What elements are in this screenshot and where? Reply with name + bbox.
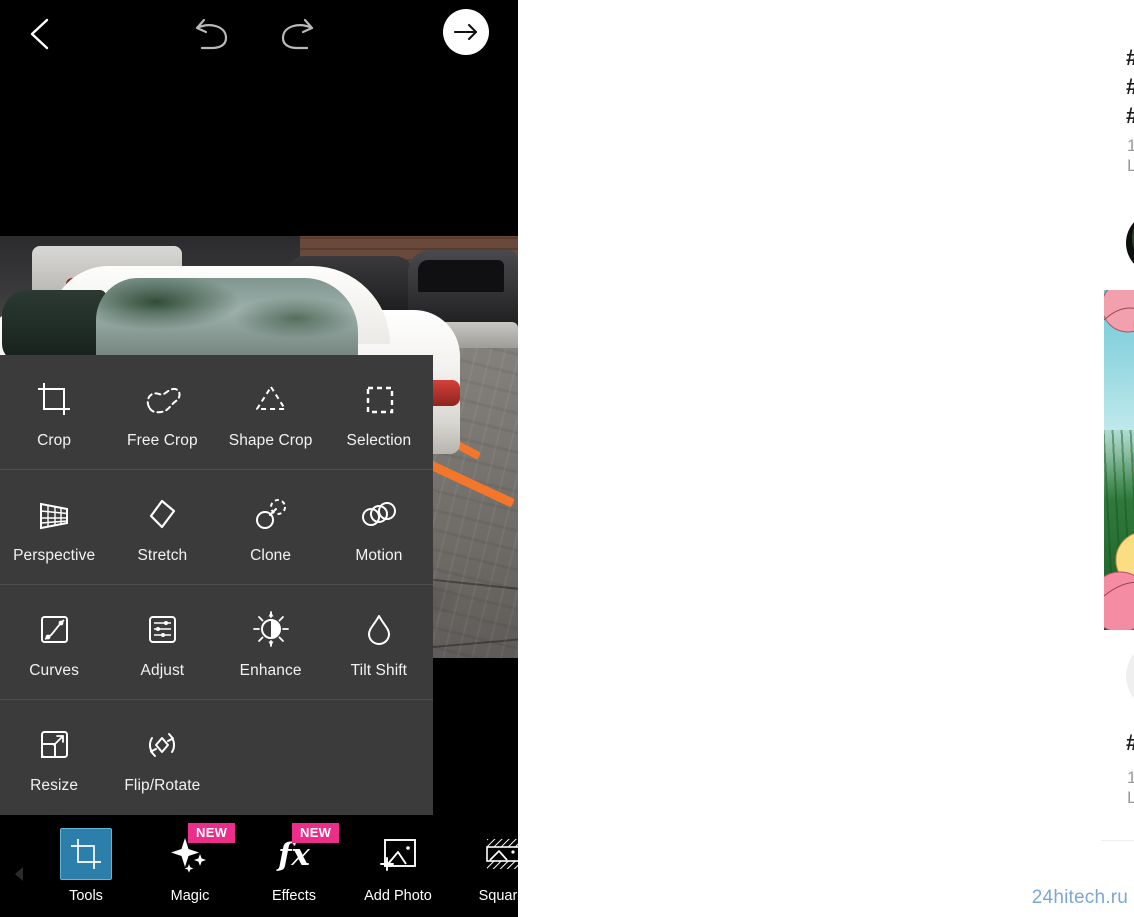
enhance-brightness-icon [248,606,294,652]
avatar[interactable] [1126,212,1134,274]
motion-blur-icon [356,491,402,537]
editor-tab-label: Tools [69,888,103,904]
likes-count: 10 Likes [1127,768,1134,807]
editor-tab-label: Effects [271,888,317,904]
tool-tilt-shift[interactable]: Tilt Shift [325,585,433,700]
editor-tab-label: Magic [170,888,210,904]
tool-label: Motion [355,546,403,564]
tool-selection[interactable]: Selection [325,355,433,470]
like-button[interactable] [1126,640,1134,712]
stretch-icon [140,491,184,537]
tool-label: Curves [29,661,79,679]
editor-tab-effects[interactable]: NEW fx Effects [242,815,346,917]
crop-icon [32,376,76,422]
editor-tab-magic[interactable]: NEW Magic [138,815,242,917]
tools-row: Resize Flip/Rotate [0,700,433,815]
music-staff-overlay [1104,290,1134,410]
tool-label: Tilt Shift [350,661,408,679]
pink-fireweed-flowers [1133,451,1134,481]
tool-enhance[interactable]: Enhance [217,585,325,700]
adjust-sliders-icon [140,606,184,652]
tool-resize[interactable]: Resize [0,700,108,815]
tool-shape-crop[interactable]: Shape Crop [217,355,325,470]
post-action-bar [1126,640,1134,712]
chevron-left-small-icon[interactable] [12,865,28,883]
post-hashtags: #FreeToEdit #freetoedit #freetoedited #f… [1126,44,1134,130]
add-photo-icon [372,828,424,880]
nav-divider [1101,840,1134,841]
crop-tool-icon [60,828,112,880]
post-stats-top: 11 Likes 3 Reposts [1127,136,1134,176]
undo-button[interactable] [188,14,236,54]
tools-row: Crop Free Crop Shape Crop Selection [0,355,433,470]
new-badge: NEW [188,823,236,843]
editor-tab-add-photo[interactable]: Add Photo [346,815,450,917]
tool-label: Clone [250,546,292,564]
curves-icon [32,606,76,652]
post-caption: #FreeToEdit [1126,730,1134,756]
tool-curves[interactable]: Curves [0,585,108,700]
post-image[interactable]: Know your Happiness [1104,290,1134,630]
selection-icon [357,376,401,422]
redo-button[interactable] [273,14,321,54]
tool-label: Adjust [140,661,185,679]
tool-label: Enhance [239,661,302,679]
tool-slot-empty [325,700,433,815]
apply-next-button[interactable] [443,9,489,55]
tool-label: Selection [346,431,412,449]
tool-perspective[interactable]: Perspective [0,470,108,585]
clone-icon [249,491,293,537]
tool-label: Shape Crop [228,431,313,449]
tool-stretch[interactable]: Stretch [108,470,216,585]
tool-free-crop[interactable]: Free Crop [108,355,216,470]
editor-top-toolbar [0,0,518,68]
post-stats-bottom: 10 Likes 3 Reposts [1127,768,1134,808]
flip-rotate-icon [139,721,185,767]
tilt-shift-droplet-icon [357,606,401,652]
tool-motion[interactable]: Motion [325,470,433,585]
tool-label: Perspective [13,546,96,564]
tool-label: Crop [37,431,72,449]
tool-adjust[interactable]: Adjust [108,585,216,700]
tool-label: Stretch [137,546,188,564]
photo-editor-panel: Crop Free Crop Shape Crop Selection Pers… [0,0,518,917]
tools-row: Curves Adjust Enhance Tilt Shift [0,585,433,700]
free-crop-icon [139,376,185,422]
tool-crop[interactable]: Crop [0,355,108,470]
new-badge: NEW [292,823,340,843]
editor-tab-strip: Tools NEW Magic NEW fx Effects Add Photo… [34,815,518,917]
editor-bottom-toolbar: Tools NEW Magic NEW fx Effects Add Photo… [0,815,518,917]
perspective-grid-icon [31,491,77,537]
shape-crop-icon [249,376,293,422]
editor-tab-label: Add Photo [364,888,432,904]
editor-tab-label: Square [478,888,518,904]
square-fit-icon [476,828,518,880]
resize-icon [32,721,76,767]
likes-count: 11 Likes [1127,136,1134,175]
editor-tab-square[interactable]: Square [450,815,518,917]
tool-label: Free Crop [127,431,198,449]
tool-clone[interactable]: Clone [217,470,325,585]
tool-flip-rotate[interactable]: Flip/Rotate [108,700,216,815]
tools-panel: Crop Free Crop Shape Crop Selection Pers… [0,355,433,815]
back-button[interactable] [22,10,60,58]
tools-row: Perspective Stretch Clone Motion [0,470,433,585]
tool-label: Flip/Rotate [124,776,201,794]
site-watermark: 24hitech.ru [1031,887,1128,908]
editor-tab-tools[interactable]: Tools [34,815,138,917]
social-feed-panel: #FreeToEdit #freetoedit #freetoedited #f… [518,0,1134,917]
tool-label: Resize [30,776,79,794]
post-author-row: @deryabina.ae 1h / 241 views Follow [1126,210,1134,280]
tool-slot-empty [217,700,325,815]
